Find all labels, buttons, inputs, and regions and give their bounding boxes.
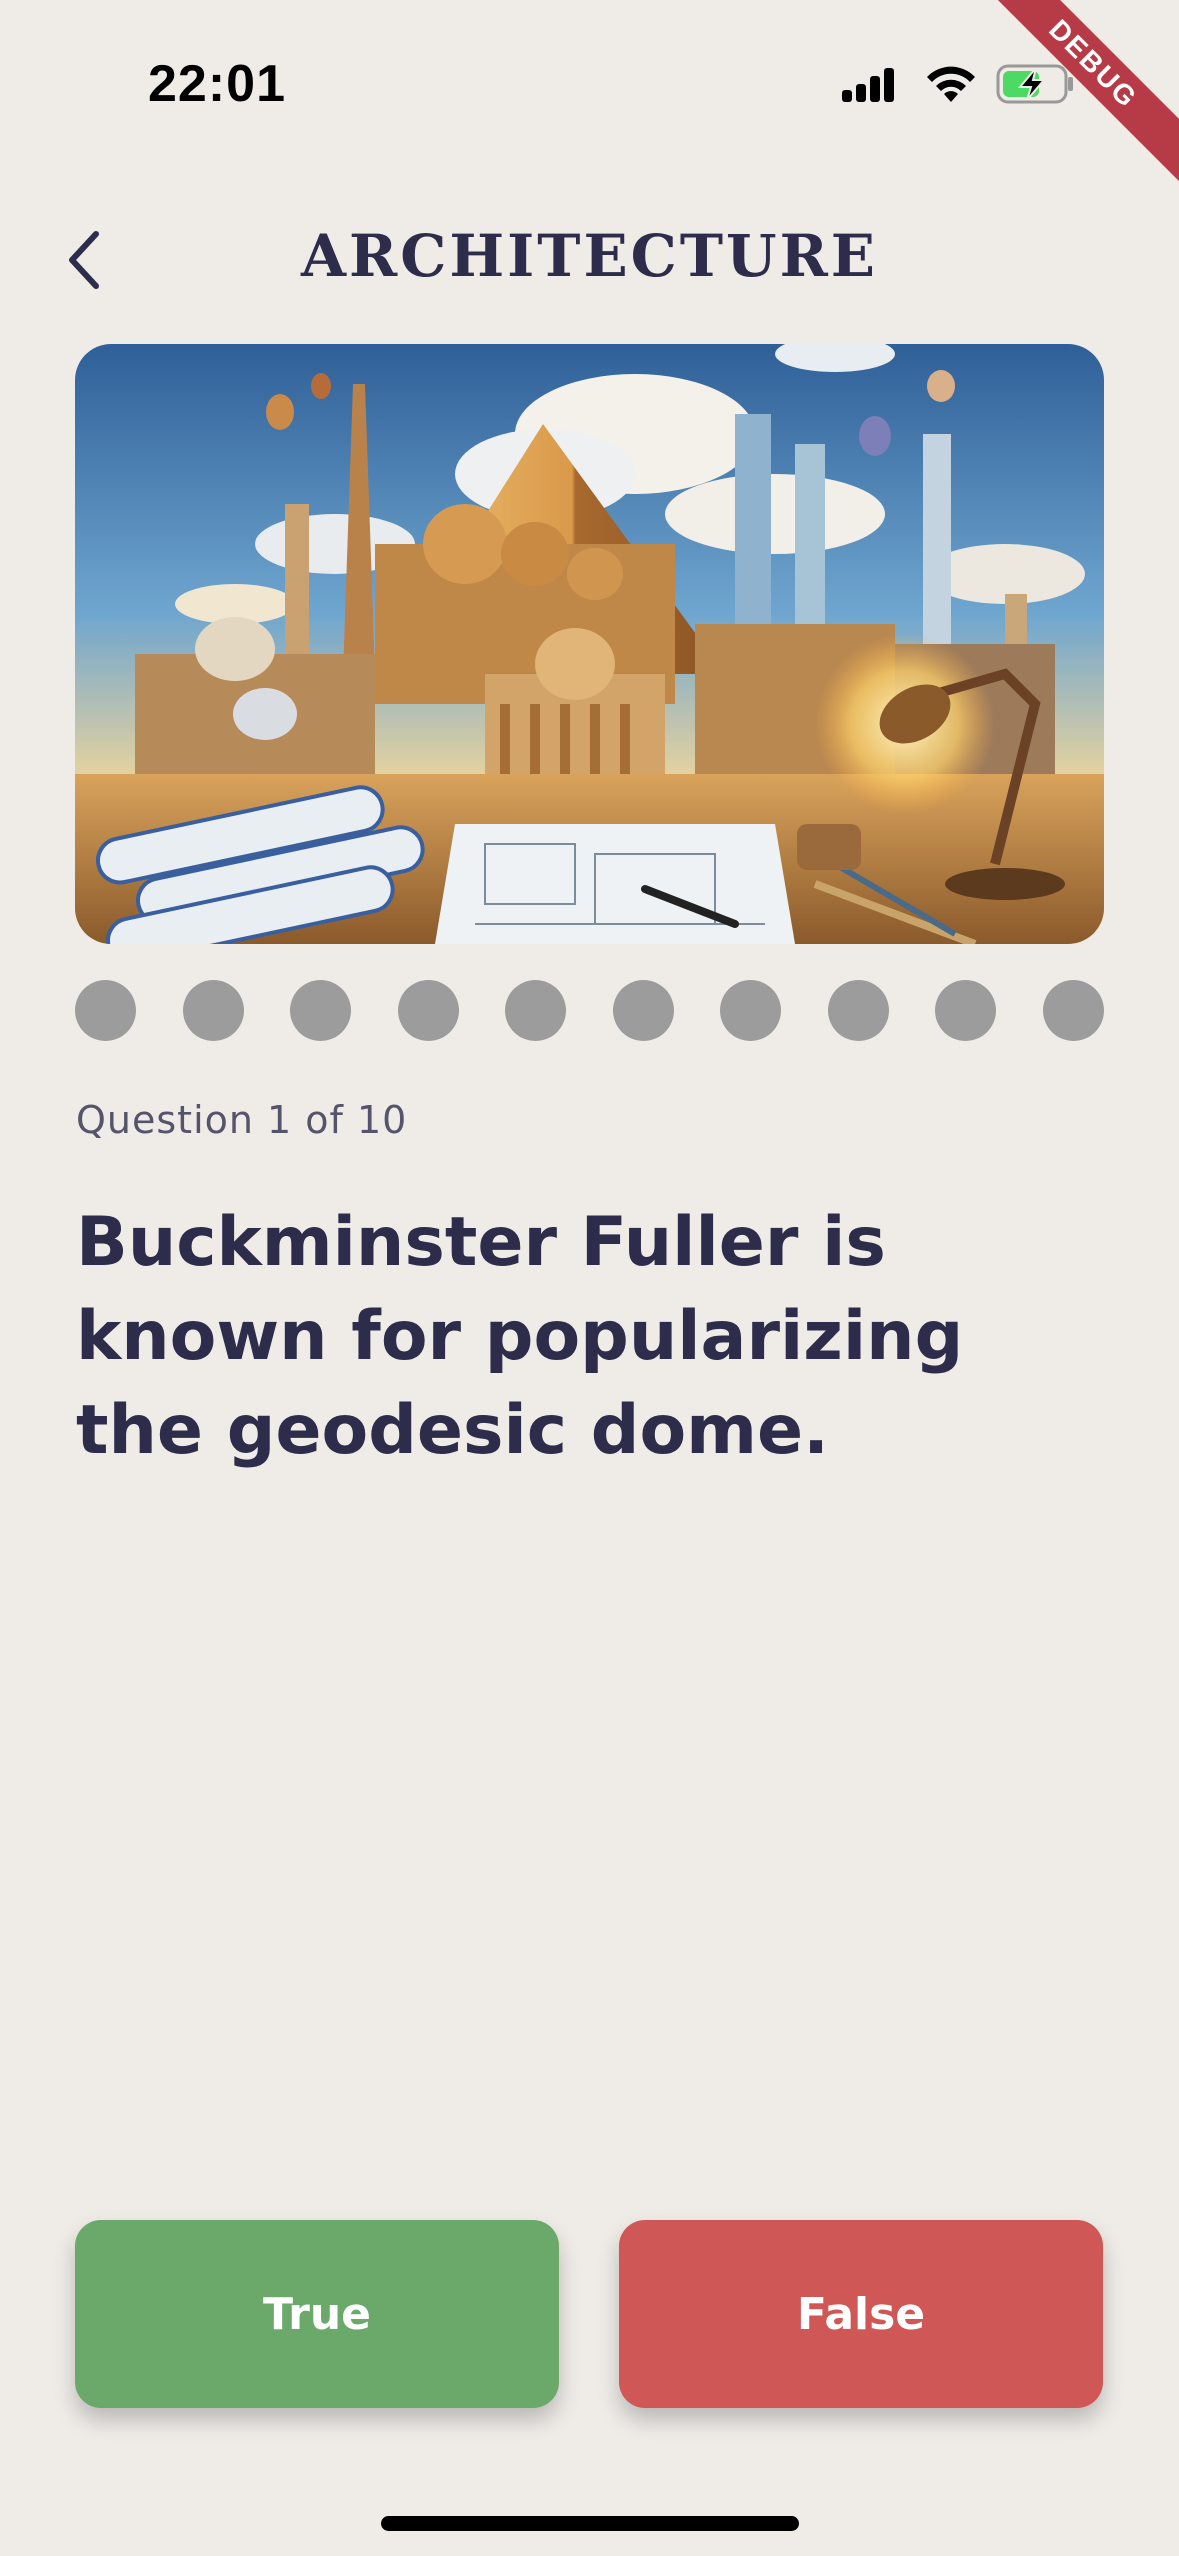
wifi-icon bbox=[927, 66, 975, 102]
progress-dot bbox=[290, 980, 352, 1041]
home-indicator bbox=[381, 2516, 799, 2531]
progress-dot bbox=[827, 980, 889, 1041]
question-text: Buckminster Fuller is known for populari… bbox=[76, 1203, 964, 1470]
progress-dot bbox=[182, 980, 244, 1041]
progress-dot bbox=[397, 980, 459, 1041]
false-button[interactable]: False bbox=[619, 2220, 1103, 2408]
progress-dot bbox=[505, 980, 567, 1041]
cellular-signal-icon bbox=[842, 68, 894, 102]
page-title: ARCHITECTURE bbox=[301, 222, 878, 290]
progress-dot bbox=[612, 980, 674, 1041]
progress-dot bbox=[935, 980, 997, 1041]
status-time: 22:01 bbox=[148, 55, 286, 113]
status-bar: 22:01 bbox=[0, 0, 1179, 160]
battery-charging-icon bbox=[996, 64, 1073, 104]
hero-image bbox=[75, 344, 1104, 944]
progress-dots bbox=[75, 980, 1104, 1042]
question-counter: Question 1 of 10 bbox=[76, 1098, 408, 1142]
progress-dot bbox=[720, 980, 782, 1041]
progress-dot bbox=[1042, 980, 1104, 1041]
progress-dot bbox=[75, 980, 136, 1041]
true-button[interactable]: True bbox=[75, 2220, 559, 2408]
